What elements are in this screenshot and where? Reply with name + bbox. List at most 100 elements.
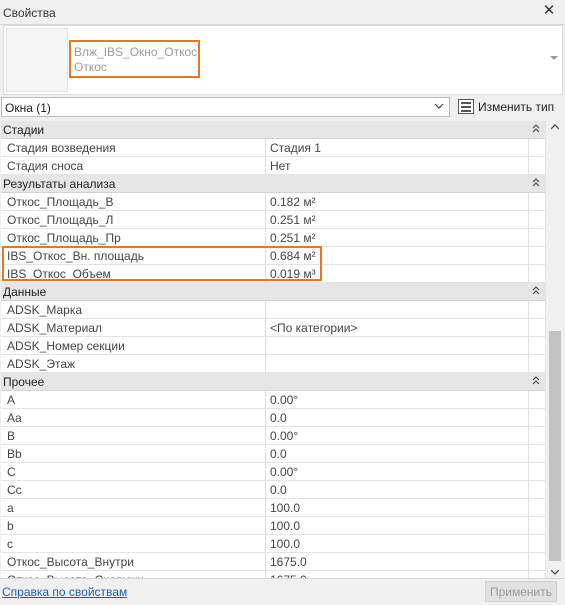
property-value[interactable]: 0.0 [267,445,529,463]
title-bar: Свойства ✕ [0,0,565,25]
property-row[interactable]: b 100.0 [1,517,545,535]
vertical-scrollbar[interactable] [545,121,563,578]
property-row[interactable]: Откос_Площадь_Л 0.251 м² [1,211,545,229]
scroll-down-icon[interactable] [551,569,559,575]
property-name: B [1,427,266,445]
property-value[interactable]: Стадия 1 [267,139,529,157]
property-name: Откос_Высота_Снаружи [1,571,266,578]
properties-grid: Стадии Стадия возведения Стадия 1 Стадия сн… [1,121,545,578]
property-row[interactable]: A 0.00° [1,391,545,409]
group-header[interactable]: Результаты анализа [1,175,545,193]
property-name: Откос_Площадь_Пр [1,229,266,247]
property-value[interactable]: 0.0 [267,409,529,427]
property-name: ADSK_Этаж [1,355,266,373]
property-name: Откос_Площадь_В [1,193,266,211]
property-value[interactable]: Нет [267,157,529,175]
edit-type-label: Изменить тип [478,100,555,114]
property-value[interactable]: 1675.0 [267,553,529,571]
group-header[interactable]: Прочее [1,373,545,391]
property-value[interactable]: 100.0 [267,499,529,517]
property-name: ADSK_Марка [1,301,266,319]
property-value[interactable] [267,355,529,373]
property-row[interactable]: Откос_Площадь_В 0.182 м² [1,193,545,211]
group-header[interactable]: Данные [1,283,545,301]
property-name: Стадия сноса [1,157,266,175]
property-name: IBS_Откос_Объем [1,265,266,283]
property-name: Aa [1,409,266,427]
edit-type-icon [458,99,474,114]
property-name: C [1,463,266,481]
property-name: ADSK_Номер секции [1,337,266,355]
property-row[interactable]: Откос_Высота_Снаружи1675.0 [1,571,545,578]
property-name: ADSK_Материал [1,319,266,337]
property-value[interactable] [267,301,529,319]
group-title: Данные [3,285,47,299]
property-value[interactable]: 100.0 [267,535,529,553]
group-title: Стадии [3,123,45,137]
property-row[interactable]: a 100.0 [1,499,545,517]
property-row[interactable]: ADSK_Этаж [1,355,545,373]
window-title: Свойства [3,6,56,20]
property-value[interactable]: <По категории> [267,319,529,337]
property-row[interactable]: Откос_Высота_Внутри 1675.0 [1,553,545,571]
collapse-icon[interactable] [531,285,541,297]
edit-type-button[interactable]: Изменить тип [455,96,563,118]
property-value[interactable] [267,337,529,355]
type-dropdown-arrow-icon[interactable] [550,56,558,60]
property-value[interactable]: 0.019 м³ [267,265,529,283]
properties-help-link[interactable]: Справка по свойствам [2,585,127,599]
property-value[interactable]: 0.0 [267,481,529,499]
collapse-icon[interactable] [531,375,541,387]
property-row[interactable]: B 0.00° [1,427,545,445]
property-value[interactable]: 0.00° [267,391,529,409]
property-name: b [1,517,266,535]
group-header[interactable]: Стадии [1,121,545,139]
collapse-icon[interactable] [531,123,541,135]
filter-label: Окна (1) [5,101,51,115]
property-name: IBS_Откос_Вн. площадь [1,247,266,265]
property-row[interactable]: Стадия сноса Нет [1,157,545,175]
property-value[interactable]: 100.0 [267,517,529,535]
property-row[interactable]: C 0.00° [1,463,545,481]
property-row[interactable]: Aa 0.0 [1,409,545,427]
property-row[interactable]: IBS_Откос_Объем 0.019 м³ [1,265,545,283]
property-row[interactable]: c 100.0 [1,535,545,553]
group-title: Результаты анализа [3,177,116,191]
property-name: Стадия возведения [1,139,266,157]
footer: Справка по свойствам Применить [0,578,565,605]
property-value[interactable]: 0.00° [267,427,529,445]
type-name-highlight: Влж_IBS_Окно_Откос Откос [69,40,200,78]
property-value[interactable]: 0.182 м² [267,193,529,211]
apply-button[interactable]: Применить [485,581,557,602]
type-name: Откос [74,60,107,74]
property-row[interactable]: IBS_Откос_Вн. площадь 0.684 м² [1,247,545,265]
property-value[interactable]: 0.251 м² [267,229,529,247]
scrollbar-thumb[interactable] [549,331,561,561]
property-name: c [1,535,266,553]
property-value[interactable]: 1675.0 [267,571,529,578]
property-name: A [1,391,266,409]
property-name: Cc [1,481,266,499]
property-name: a [1,499,266,517]
group-title: Прочее [3,375,45,389]
property-row[interactable]: Откос_Площадь_Пр 0.251 м² [1,229,545,247]
property-value[interactable]: 0.684 м² [267,247,529,265]
collapse-icon[interactable] [531,177,541,189]
instance-filter-dropdown[interactable]: Окна (1) [1,97,450,117]
property-row[interactable]: ADSK_Номер секции [1,337,545,355]
property-name: Bb [1,445,266,463]
property-row[interactable]: Cc 0.0 [1,481,545,499]
property-row[interactable]: Стадия возведения Стадия 1 [1,139,545,157]
property-row[interactable]: Bb 0.0 [1,445,545,463]
type-preview-image [6,28,68,92]
property-value[interactable]: 0.00° [267,463,529,481]
chevron-down-icon [434,103,444,109]
property-row[interactable]: ADSK_Марка [1,301,545,319]
property-row[interactable]: ADSK_Материал <По категории> [1,319,545,337]
property-name: Откос_Площадь_Л [1,211,266,229]
property-value[interactable]: 0.251 м² [267,211,529,229]
type-selector[interactable]: Влж_IBS_Окно_Откос Откос [3,25,563,95]
family-name: Влж_IBS_Окно_Откос [74,45,198,59]
close-icon[interactable]: ✕ [541,3,557,19]
scroll-up-icon[interactable] [551,124,559,130]
